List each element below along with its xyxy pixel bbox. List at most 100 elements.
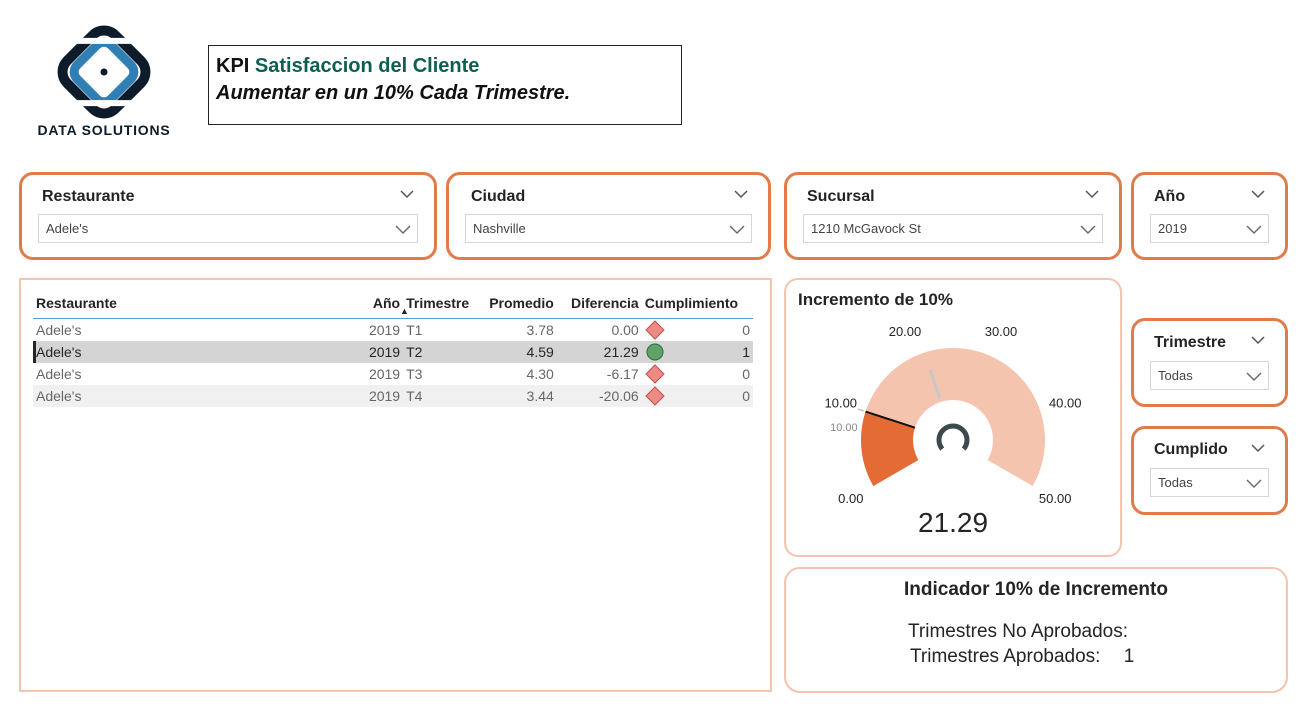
table-header-row: Restaurante Año Trimestre Promedio Difer… <box>33 288 753 319</box>
chevron-down-icon[interactable] <box>1080 221 1096 237</box>
column-header-anio[interactable]: Año <box>358 288 404 319</box>
logo-text: DATA SOLUTIONS <box>37 122 171 138</box>
cell-promedio: 3.44 <box>479 385 557 407</box>
cell-anio: 2019 <box>358 341 404 363</box>
cell-diferencia: -6.17 <box>606 366 639 382</box>
cell-cumplimiento: 0 <box>641 385 753 407</box>
cell-trimestre: T1 <box>406 322 423 338</box>
ciudad-dropdown[interactable]: Nashville <box>465 214 752 243</box>
cell-cumplimiento: 1 <box>641 341 753 363</box>
no-aprobados-label: Trimestres No Aprobados: <box>908 621 1128 642</box>
gauge-target-label: 10.00 <box>830 422 858 434</box>
gauge-tick-label: 30.00 <box>985 324 1018 339</box>
cell-restaurante: Adele's <box>33 385 359 407</box>
column-header-restaurante[interactable]: Restaurante <box>33 288 359 319</box>
sucursal-dropdown[interactable]: 1210 McGavock St <box>803 214 1103 243</box>
cell-cumplimiento: 0 <box>642 363 753 385</box>
chevron-down-icon[interactable] <box>1246 475 1262 491</box>
slicer-title: Sucursal <box>807 188 875 205</box>
slicer-title: Ciudad <box>471 188 526 205</box>
aprobados-label: Trimestres Aprobados: <box>910 646 1101 667</box>
cell-anio: 2019 <box>368 322 401 338</box>
table-body: Adele's 2019 T1 3.78 0.00 0 Adele's 2019 T2 4.59 2… <box>33 319 753 407</box>
cell-promedio: 4.30 <box>526 366 554 382</box>
dropdown-value: Todas <box>1158 368 1193 383</box>
slicer-sucursal: Sucursal 1210 McGavock St <box>784 172 1122 260</box>
red-diamond-icon <box>645 386 665 406</box>
data-solutions-logo: DATA SOLUTIONS <box>30 24 178 142</box>
kpi-subject: Satisfaccion del Cliente <box>254 55 480 77</box>
anio-dropdown[interactable]: 2019 <box>1150 214 1269 243</box>
gauge-target-tick <box>857 408 864 412</box>
gauge-tick-label: 20.00 <box>889 324 922 339</box>
slicer-title: Restaurante <box>42 188 135 205</box>
dropdown-value: Todas <box>1158 475 1193 490</box>
restaurante-dropdown[interactable]: Adele's <box>38 214 418 243</box>
cumplimiento-value: 0 <box>742 366 750 382</box>
sort-ascending-icon: ▲ <box>400 306 409 316</box>
no-aprobados-row: Trimestres No Aprobados: <box>908 621 1146 643</box>
kpi-goal: Aumentar en un 10% Cada Trimestre. <box>216 82 571 104</box>
cell-restaurante: Adele's <box>36 322 82 338</box>
gauge-hub-icon <box>936 423 970 451</box>
slicer-title: Año <box>1154 188 1186 205</box>
red-diamond-icon <box>645 364 665 384</box>
chevron-down-icon[interactable] <box>1251 441 1265 455</box>
slicer-title: Cumplido <box>1154 441 1228 458</box>
green-circle-icon <box>646 343 664 361</box>
aprobados-value: 1 <box>1123 646 1135 667</box>
chevron-down-icon[interactable] <box>1246 368 1262 384</box>
dropdown-value: Adele's <box>46 221 89 236</box>
dropdown-value: 1210 McGavock St <box>811 221 921 236</box>
dropdown-value: 2019 <box>1158 221 1187 236</box>
chevron-down-icon[interactable] <box>395 221 411 237</box>
chevron-down-icon[interactable] <box>1251 187 1265 201</box>
chevron-down-icon[interactable] <box>1246 221 1262 237</box>
chevron-down-icon[interactable] <box>400 187 414 201</box>
table-row[interactable]: Adele's 2019 T4 3.44 -20.06 0 <box>33 385 753 407</box>
slicer-cumplido: Cumplido Todas <box>1131 426 1288 515</box>
column-header-diferencia[interactable]: Diferencia <box>556 288 642 319</box>
cell-anio: 2019 <box>358 385 404 407</box>
trimestre-dropdown[interactable]: Todas <box>1150 361 1269 390</box>
gauge-value-label: 21.29 <box>918 507 988 538</box>
indicator-title: Indicador 10% de Incremento <box>904 579 1168 600</box>
cell-trimestre: T2 <box>403 341 480 363</box>
gauge-tick-label: 0.00 <box>838 491 863 506</box>
column-header-trimestre[interactable]: Trimestre <box>403 288 480 319</box>
cell-promedio: 3.78 <box>526 322 554 338</box>
chevron-down-icon[interactable] <box>1085 187 1099 201</box>
cell-diferencia: 21.29 <box>556 341 642 363</box>
cumplido-dropdown[interactable]: Todas <box>1150 468 1269 497</box>
slicer-anio: Año 2019 <box>1131 172 1288 260</box>
gauge-panel: Incremento de 10% 0.00 10.00 20.00 30.00 40.… <box>784 278 1122 557</box>
red-diamond-icon <box>645 320 665 340</box>
chevron-down-icon[interactable] <box>729 221 745 237</box>
kpi-heading: KPI Satisfaccion del Cliente <box>216 55 674 78</box>
gauge-tick-label: 40.00 <box>1049 396 1082 411</box>
table-row[interactable]: Adele's 2019 T1 3.78 0.00 0 <box>33 319 753 342</box>
cell-diferencia: -20.06 <box>556 385 642 407</box>
column-header-cumplimiento[interactable]: Cumplimiento <box>641 288 753 319</box>
gauge-chart: 0.00 10.00 20.00 30.00 40.00 50.00 10.00 21.29 <box>825 324 1082 538</box>
quarters-table: Restaurante Año Trimestre Promedio Difer… <box>33 288 753 407</box>
chevron-down-icon[interactable] <box>734 187 748 201</box>
column-header-promedio[interactable]: Promedio <box>479 288 557 319</box>
cell-trimestre: T3 <box>406 366 423 382</box>
cell-anio: 2019 <box>368 366 401 382</box>
logo-mark-icon <box>57 25 151 119</box>
table-row[interactable]: Adele's 2019 T3 4.30 -6.17 0 <box>33 363 753 385</box>
cell-restaurante: Adele's <box>33 341 359 363</box>
chevron-down-icon[interactable] <box>1251 333 1265 347</box>
gauge-tick-label: 50.00 <box>1039 491 1072 506</box>
aprobados-row: Trimestres Aprobados: 1 <box>910 646 1134 668</box>
kpi-prefix: KPI <box>216 55 250 77</box>
slicer-restaurante: Restaurante Adele's <box>19 172 437 260</box>
kpi-title-box: KPI Satisfaccion del Cliente Aumentar en… <box>208 45 682 125</box>
cell-cumplimiento: 0 <box>642 319 753 342</box>
gauge-tick-label: 10.00 <box>825 396 858 411</box>
cumplimiento-value: 0 <box>742 322 750 338</box>
table-row[interactable]: Adele's 2019 T2 4.59 21.29 1 <box>33 341 753 363</box>
cell-diferencia: 0.00 <box>611 322 639 338</box>
slicer-title: Trimestre <box>1154 334 1227 351</box>
